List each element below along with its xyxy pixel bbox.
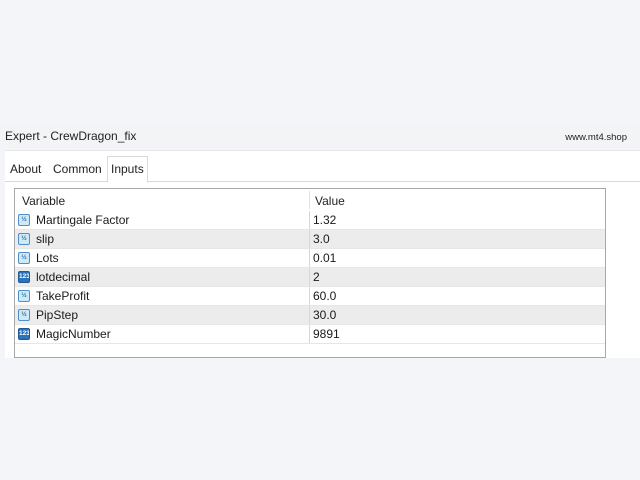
table-row[interactable]: 123 MagicNumber 9891 [15, 325, 605, 344]
cell-divider [309, 306, 310, 324]
variable-name: Lots [36, 251, 59, 265]
variable-name: PipStep [36, 308, 79, 322]
variable-value[interactable]: 2 [313, 270, 320, 284]
double-type-icon: ½ [18, 290, 30, 302]
integer-type-icon: 123 [18, 271, 30, 283]
variable-value[interactable]: 1.32 [313, 213, 336, 227]
cell-divider [309, 211, 310, 229]
variable-name: MagicNumber [36, 327, 111, 341]
column-header-variable[interactable]: Variable [22, 194, 65, 208]
tab-common[interactable]: Common [50, 159, 105, 180]
variable-name: TakeProfit [36, 289, 90, 303]
title-bar: Expert - CrewDragon_fix www.mt4.shop [0, 124, 640, 148]
variable-value[interactable]: 30.0 [313, 308, 336, 322]
expert-properties-dialog: About Common Inputs Variable Value ½ Mar… [5, 150, 640, 358]
variable-value[interactable]: 3.0 [313, 232, 330, 246]
table-row[interactable]: ½ Martingale Factor 1.32 [15, 211, 605, 230]
table-row[interactable]: ½ Lots 0.01 [15, 249, 605, 268]
double-type-icon: ½ [18, 252, 30, 264]
column-header-value[interactable]: Value [315, 194, 345, 208]
watermark-text: www.mt4.shop [565, 132, 627, 143]
tab-about[interactable]: About [7, 159, 44, 180]
table-row[interactable]: ½ slip 3.0 [15, 230, 605, 249]
double-type-icon: ½ [18, 309, 30, 321]
cell-divider [309, 268, 310, 286]
inputs-table[interactable]: Variable Value ½ Martingale Factor 1.32 … [14, 188, 606, 358]
double-type-icon: ½ [18, 233, 30, 245]
table-row[interactable]: 123 lotdecimal 2 [15, 268, 605, 287]
variable-value[interactable]: 0.01 [313, 251, 336, 265]
variable-name: lotdecimal [36, 270, 91, 284]
double-type-icon: ½ [18, 214, 30, 226]
cell-divider [309, 230, 310, 248]
integer-type-icon: 123 [18, 328, 30, 340]
tab-bar: About Common Inputs [5, 155, 640, 183]
table-row[interactable]: ½ PipStep 30.0 [15, 306, 605, 325]
table-row[interactable]: ½ TakeProfit 60.0 [15, 287, 605, 306]
variable-name: slip [36, 232, 55, 246]
cell-divider [309, 249, 310, 267]
variable-value[interactable]: 60.0 [313, 289, 336, 303]
window-title: Expert - CrewDragon_fix [5, 129, 137, 143]
cell-divider [309, 325, 310, 343]
tab-inputs[interactable]: Inputs [107, 156, 148, 183]
variable-value[interactable]: 9891 [313, 327, 340, 341]
variable-name: Martingale Factor [36, 213, 130, 227]
table-header: Variable Value [15, 189, 605, 211]
column-divider [309, 191, 310, 209]
cell-divider [309, 287, 310, 305]
